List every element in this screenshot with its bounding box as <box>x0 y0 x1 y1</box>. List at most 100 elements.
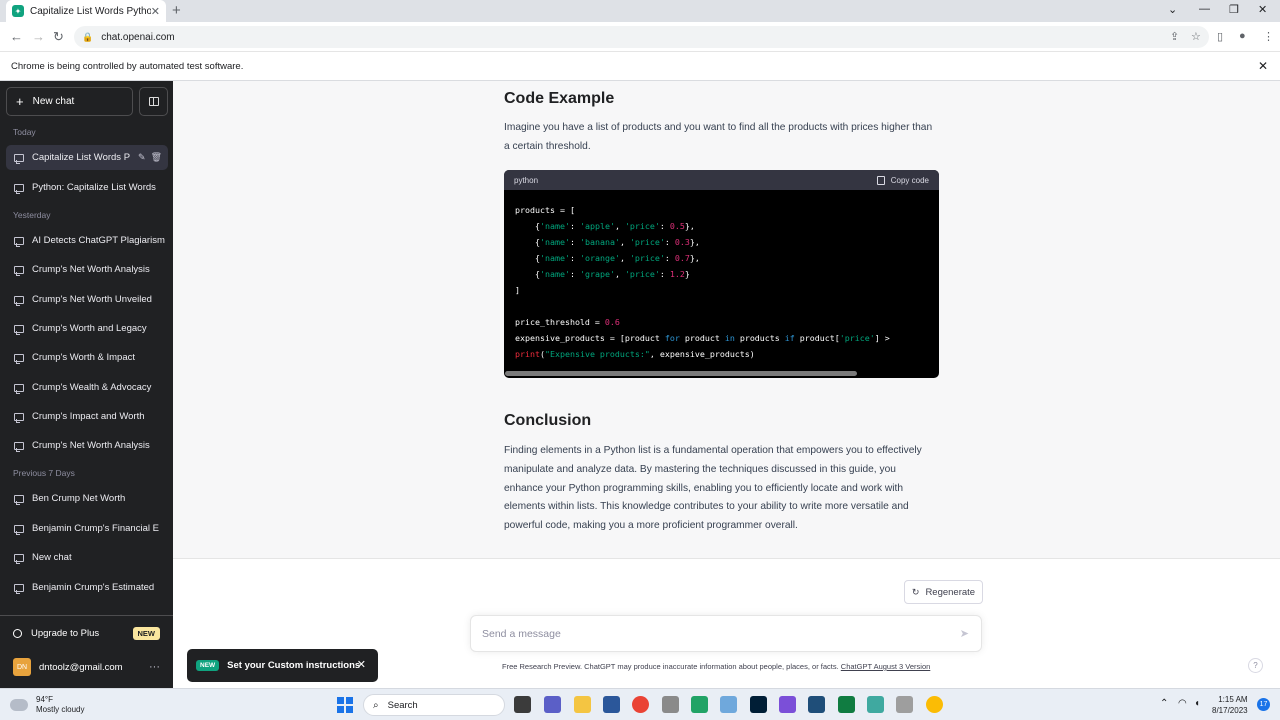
maximize-icon[interactable]: ❐ <box>1229 3 1239 16</box>
chat-item-label: Capitalize List Words P <box>32 152 131 163</box>
system-clock[interactable]: 1:15 AM 8/17/2023 <box>1212 694 1248 716</box>
app-icon[interactable] <box>896 696 913 713</box>
photos-icon[interactable] <box>720 696 737 713</box>
chat-item[interactable]: Python: Capitalize List Words <box>6 175 168 200</box>
code-token: 0.6 <box>604 317 620 327</box>
reload-icon[interactable]: ↻ <box>53 29 64 45</box>
volume-icon[interactable]: ◖ <box>1194 698 1200 709</box>
automation-infobar: Chrome is being controlled by automated … <box>0 52 1280 81</box>
edit-pencil-icon[interactable]: ✎ <box>138 152 146 163</box>
copy-code-button[interactable]: Copy code <box>876 175 929 185</box>
chat-item[interactable]: Crump's Net Worth Analysis <box>6 257 168 282</box>
chevron-up-icon[interactable]: ⌃ <box>1160 698 1168 709</box>
chat-bubble-icon <box>14 441 24 452</box>
code-token: if <box>784 333 795 343</box>
account-email: dntoolz@gmail.com <box>39 661 123 673</box>
more-options-icon[interactable]: ··· <box>149 661 160 673</box>
code-token: 'price' <box>629 253 665 263</box>
code-horizontal-scrollbar[interactable] <box>505 371 857 376</box>
weather-widget[interactable]: 94°F Mostly cloudy <box>10 695 84 715</box>
weather-temp: 94°F <box>36 695 53 704</box>
chat-item[interactable]: Crump's Net Worth Unveiled <box>6 287 168 312</box>
code-example-heading: Code Example <box>504 90 615 107</box>
toast-close-icon[interactable]: ✕ <box>357 658 366 671</box>
share-icon[interactable]: ⇪ <box>1170 30 1179 43</box>
trash-icon[interactable]: 🗑 <box>151 152 162 163</box>
code-token: ] > <box>874 333 890 343</box>
taskbar-search-box[interactable]: ⌕ Search <box>363 694 505 716</box>
code-token: "Expensive products:" <box>544 349 650 359</box>
windows-taskbar: 94°F Mostly cloudy ⌕ Search ⌃ ◠ ◖ 1:15 A… <box>0 688 1280 720</box>
message-placeholder: Send a message <box>482 627 561 640</box>
chrome-icon[interactable] <box>632 696 649 713</box>
help-button[interactable]: ? <box>1248 658 1263 673</box>
chat-item[interactable]: Benjamin Crump's Financial E <box>6 516 168 541</box>
send-icon[interactable]: ➤ <box>960 627 969 640</box>
code-token: for <box>664 333 680 343</box>
chat-item-label: Ben Crump Net Worth <box>32 493 126 504</box>
app-icon[interactable] <box>662 696 679 713</box>
browser-menu-icon[interactable]: ⋮ <box>1263 30 1274 43</box>
upgrade-to-plus-button[interactable]: Upgrade to Plus NEW <box>13 627 160 640</box>
forward-icon[interactable]: → <box>32 29 45 44</box>
code-token: : <box>569 237 580 247</box>
tab-search-icon[interactable]: ⌄ <box>1168 3 1177 16</box>
new-badge: NEW <box>132 627 160 640</box>
browser-tab[interactable]: ✦ Capitalize List Words Python ✕ <box>6 0 166 22</box>
regenerate-label: Regenerate <box>925 586 976 598</box>
task-view-icon[interactable] <box>514 696 531 713</box>
minimize-icon[interactable]: — <box>1199 3 1210 15</box>
account-menu-button[interactable]: DN dntoolz@gmail.com ··· <box>13 658 160 676</box>
profile-icon[interactable]: ● <box>1239 30 1246 42</box>
footer-text: Free Research Preview. ChatGPT may produ… <box>502 662 841 671</box>
notification-badge[interactable]: 17 <box>1257 698 1270 711</box>
file-explorer-icon[interactable] <box>574 696 591 713</box>
code-token: price_threshold = <box>515 317 605 327</box>
chat-item[interactable]: Crump's Worth & Impact <box>6 345 168 370</box>
new-tab-icon[interactable]: + <box>172 2 181 19</box>
wifi-icon[interactable]: ◠ <box>1178 698 1187 709</box>
chat-item-label: Crump's Net Worth Analysis <box>32 264 150 275</box>
chat-item[interactable]: Benjamin Crump's Estimated <box>6 575 168 600</box>
new-chat-button[interactable]: + New chat <box>6 87 133 116</box>
code-token: 'name' <box>539 221 570 231</box>
code-token: product[ <box>794 333 840 343</box>
chat-item[interactable]: Crump's Impact and Worth <box>6 404 168 429</box>
bookmark-star-icon[interactable]: ☆ <box>1191 30 1201 43</box>
custom-instructions-toast[interactable]: NEW Set your Custom instructions ✕ <box>187 649 378 682</box>
infobar-close-icon[interactable]: ✕ <box>1258 59 1268 73</box>
code-token: { <box>515 253 540 263</box>
teams-icon[interactable] <box>544 696 561 713</box>
chat-item[interactable]: Crump's Worth and Legacy <box>6 316 168 341</box>
message-input[interactable]: Send a message ➤ <box>470 615 982 652</box>
chat-item[interactable]: Crump's Wealth & Advocacy <box>6 375 168 400</box>
vpn-icon[interactable] <box>779 696 796 713</box>
app-icon[interactable] <box>808 696 825 713</box>
windows-start-icon[interactable] <box>337 697 353 713</box>
chat-bubble-icon <box>14 583 24 594</box>
photoshop-icon[interactable] <box>750 696 767 713</box>
app-icon[interactable] <box>867 696 884 713</box>
upgrade-label: Upgrade to Plus <box>31 628 100 639</box>
regenerate-button[interactable]: ↻ Regenerate <box>904 580 983 604</box>
store-icon[interactable] <box>603 696 620 713</box>
search-icon: ⌕ <box>373 699 379 711</box>
window-close-icon[interactable]: ✕ <box>1258 3 1267 16</box>
chat-item[interactable]: New chat <box>6 545 168 570</box>
close-sidebar-button[interactable] <box>139 87 168 116</box>
excel-icon[interactable] <box>838 696 855 713</box>
tab-close-icon[interactable]: ✕ <box>151 5 160 18</box>
chat-item[interactable]: Ben Crump Net Worth <box>6 486 168 511</box>
side-panel-icon[interactable]: ▯ <box>1217 30 1223 43</box>
chat-item[interactable]: Crump's Net Worth Analysis <box>6 433 168 458</box>
chat-item-active[interactable]: Capitalize List Words P ✎ 🗑 <box>6 145 168 170</box>
browser-tab-bar: ✦ Capitalize List Words Python ✕ + ⌄ — ❐… <box>0 0 1280 22</box>
code-line: products = [ <box>515 202 937 218</box>
chat-item[interactable]: AI Detects ChatGPT Plagiarism <box>6 228 168 253</box>
version-link[interactable]: ChatGPT August 3 Version <box>841 662 931 671</box>
chrome-active-icon[interactable] <box>926 696 943 713</box>
url-input[interactable]: 🔒 chat.openai.com <box>74 26 1209 48</box>
back-icon[interactable]: ← <box>10 29 23 44</box>
notepad-icon[interactable] <box>691 696 708 713</box>
code-token: }, <box>689 253 700 263</box>
